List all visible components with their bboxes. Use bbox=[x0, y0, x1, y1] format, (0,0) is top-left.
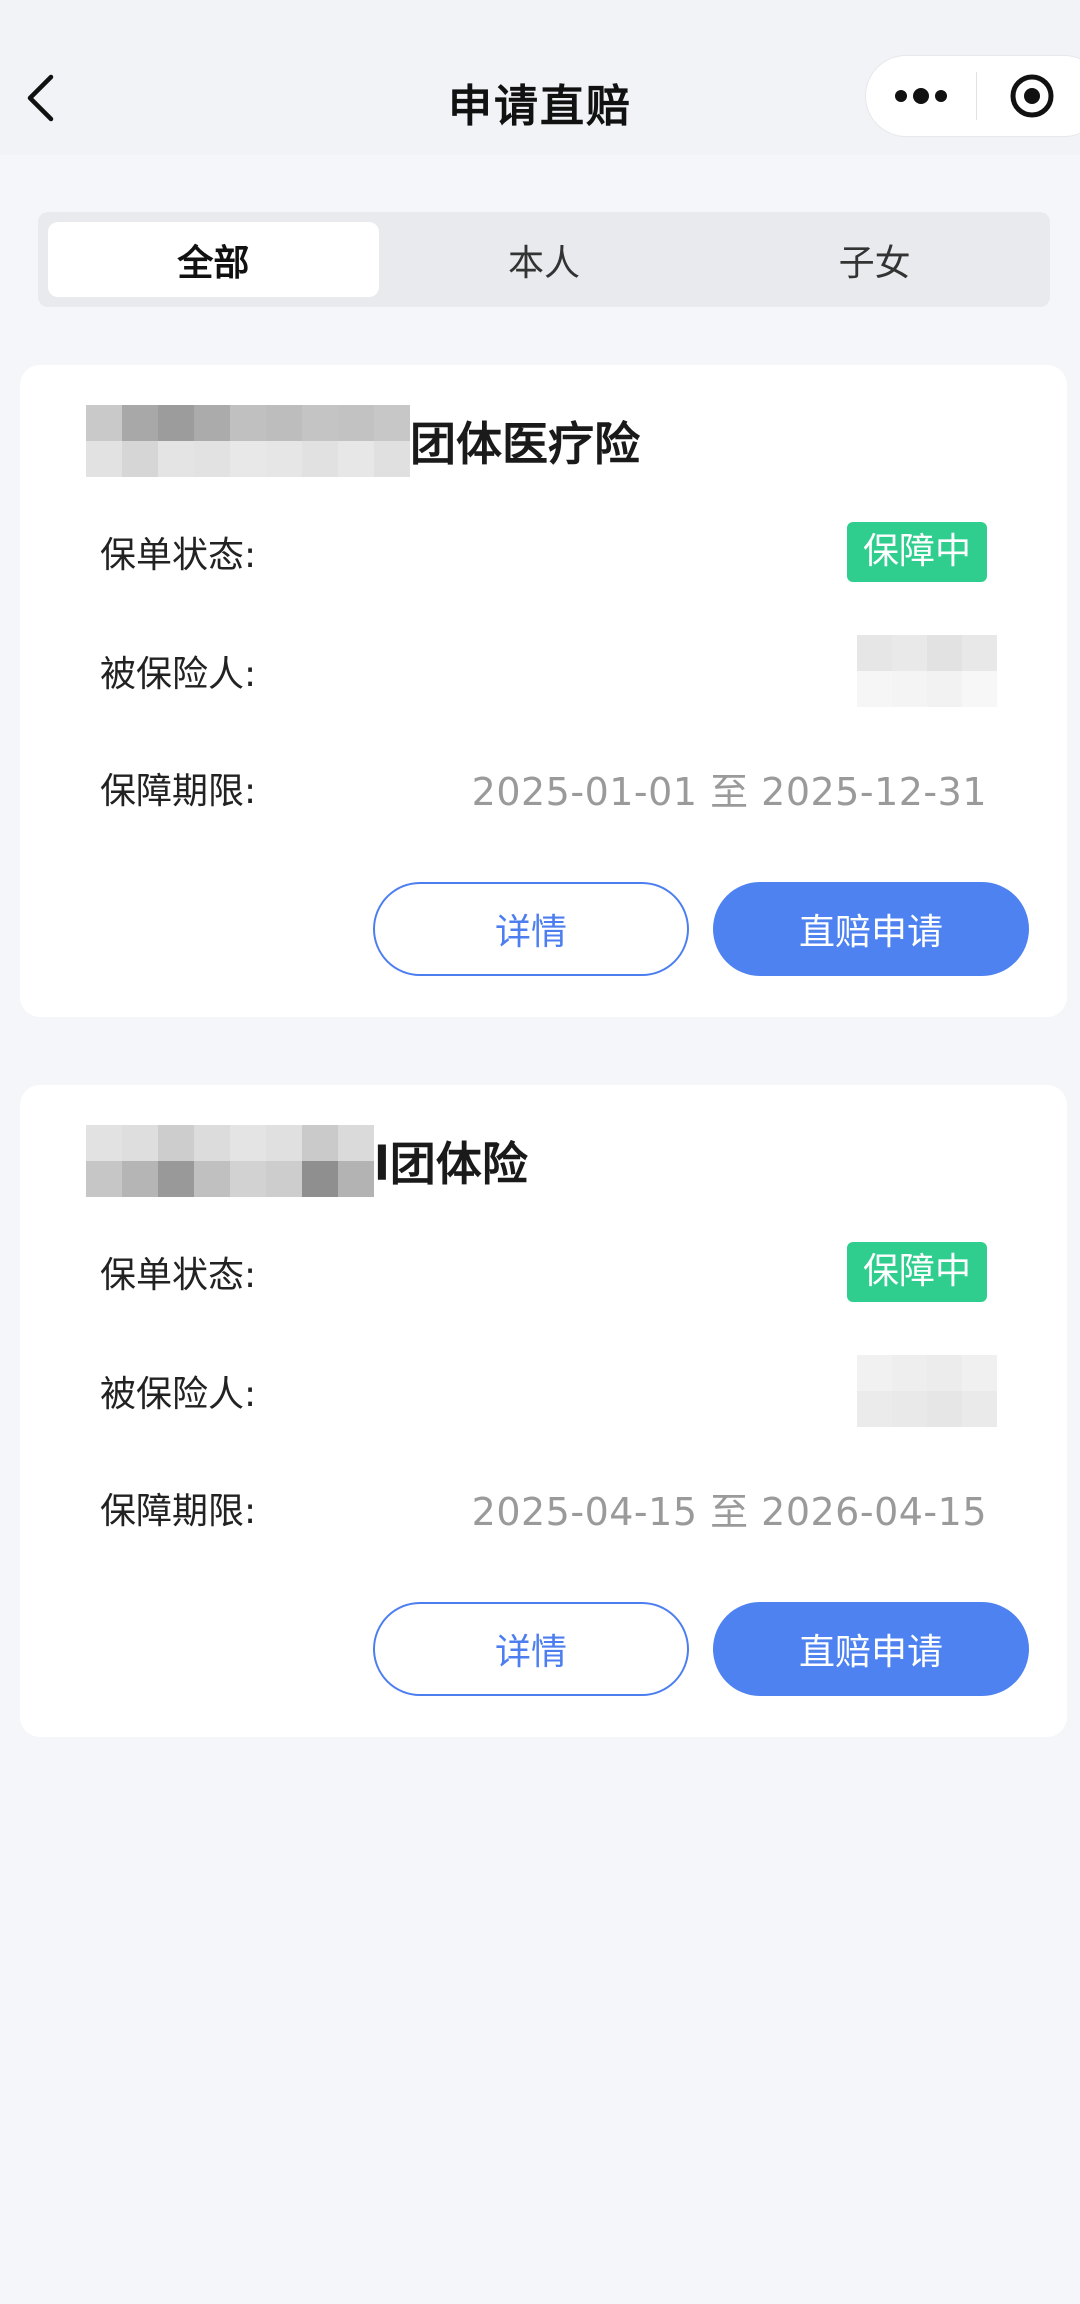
policy-status-label: 保单状态: bbox=[100, 535, 257, 576]
policy-name: 团体医疗险 bbox=[410, 417, 640, 471]
details-button[interactable]: 详情 bbox=[373, 1602, 689, 1696]
redacted-company-name bbox=[86, 1125, 374, 1197]
coverage-period-row: 保障期限: 2025-04-15 至 2026-04-15 bbox=[100, 1473, 987, 1543]
policy-name: l团体险 bbox=[374, 1137, 528, 1191]
status-badge: 保障中 bbox=[846, 522, 987, 582]
status-badge: 保障中 bbox=[846, 1242, 987, 1302]
coverage-period-label: 保障期限: bbox=[100, 771, 257, 812]
more-dots-icon bbox=[895, 88, 947, 104]
policy-title: l团体险 bbox=[86, 1125, 528, 1197]
redacted-company-name bbox=[86, 405, 410, 477]
policy-card: 团体医疗险 保单状态: 保障中 被保险人: 保障期限: 2025-01-01 至… bbox=[20, 365, 1067, 1017]
tab-all[interactable]: 全部 bbox=[48, 222, 379, 297]
policy-status-label: 保单状态: bbox=[100, 1255, 257, 1296]
navigation-bar: 申请直赔 bbox=[0, 0, 1080, 155]
policy-title: 团体医疗险 bbox=[86, 405, 640, 477]
more-button[interactable] bbox=[866, 55, 976, 137]
insured-row: 被保险人: bbox=[100, 635, 997, 707]
close-mini-program-button[interactable] bbox=[977, 55, 1080, 137]
mini-program-capsule bbox=[865, 55, 1080, 137]
tab-children[interactable]: 子女 bbox=[709, 222, 1040, 297]
insured-row: 被保险人: bbox=[100, 1355, 997, 1427]
direct-claim-apply-button[interactable]: 直赔申请 bbox=[713, 882, 1029, 976]
policy-status-row: 保单状态: 保障中 bbox=[100, 517, 987, 587]
tab-self[interactable]: 本人 bbox=[379, 222, 710, 297]
direct-claim-apply-button[interactable]: 直赔申请 bbox=[713, 1602, 1029, 1696]
redacted-insured-name bbox=[857, 635, 997, 707]
coverage-period-value: 2025-01-01 至 2025-12-31 bbox=[471, 769, 987, 814]
details-button[interactable]: 详情 bbox=[373, 882, 689, 976]
target-close-icon bbox=[1010, 74, 1054, 118]
policy-card: l团体险 保单状态: 保障中 被保险人: 保障期限: 2025-04-15 至 … bbox=[20, 1085, 1067, 1737]
filter-tabs: 全部 本人 子女 bbox=[38, 212, 1050, 307]
coverage-period-label: 保障期限: bbox=[100, 1491, 257, 1532]
insured-label: 被保险人: bbox=[100, 1374, 257, 1415]
coverage-period-row: 保障期限: 2025-01-01 至 2025-12-31 bbox=[100, 753, 987, 823]
insured-label: 被保险人: bbox=[100, 654, 257, 695]
redacted-insured-name bbox=[857, 1355, 997, 1427]
coverage-period-value: 2025-04-15 至 2026-04-15 bbox=[471, 1489, 987, 1534]
policy-status-row: 保单状态: 保障中 bbox=[100, 1237, 987, 1307]
